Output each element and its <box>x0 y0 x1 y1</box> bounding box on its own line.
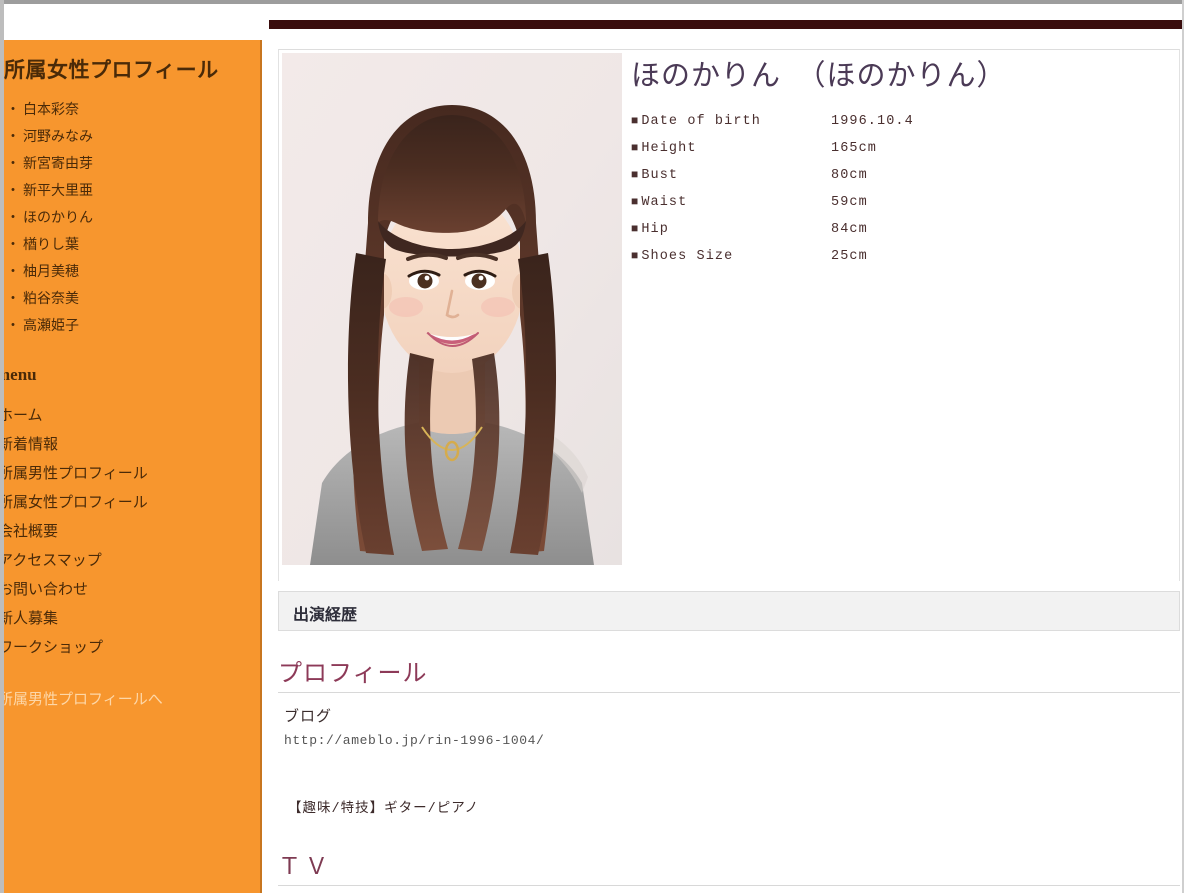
spec-label-cell: ■Hip <box>631 216 831 243</box>
sidebar-item-talent-4[interactable]: ・ほのかりん <box>4 204 260 231</box>
talent-label: 粕谷奈美 <box>23 290 79 306</box>
main-content: ほのかりん （ほのかりん） ■Date of birth 1996.10.4 ■… <box>266 40 1182 893</box>
bullet-icon: ・ <box>6 182 20 198</box>
spec-label: Waist <box>641 195 687 210</box>
sidebar-item-contact[interactable]: お問い合わせ <box>4 575 260 604</box>
table-row: ■Shoes Size 25cm <box>631 243 981 270</box>
spec-label: Hip <box>641 222 669 237</box>
spec-value: 59cm <box>831 189 981 216</box>
blog-label: ブログ <box>284 705 1180 726</box>
spec-label: Height <box>641 141 696 156</box>
profile-section: プロフィール ブログ http://ameblo.jp/rin-1996-100… <box>278 653 1180 817</box>
square-bullet-icon: ■ <box>631 114 639 128</box>
sidebar-item-home[interactable]: ホーム <box>4 401 260 430</box>
talent-label: 河野みなみ <box>23 128 93 144</box>
section-heading-profile: プロフィール <box>278 653 1180 693</box>
page-content: 所属女性プロフィール ・白本彩奈 ・河野みなみ ・新宮寄由芽 ・新平大里亜 ・ほ… <box>4 4 1182 893</box>
table-row: ■Height 165cm <box>631 135 981 162</box>
sidebar-item-talent-7[interactable]: ・粕谷奈美 <box>4 285 260 312</box>
bullet-icon: ・ <box>6 317 20 333</box>
spec-label-cell: ■Waist <box>631 189 831 216</box>
sidebar-title: 所属女性プロフィール <box>4 54 260 84</box>
profile-card: ほのかりん （ほのかりん） ■Date of birth 1996.10.4 ■… <box>278 49 1180 581</box>
sidebar-item-talent-0[interactable]: ・白本彩奈 <box>4 96 260 123</box>
spec-label-cell: ■Height <box>631 135 831 162</box>
spec-value: 1996.10.4 <box>831 108 981 135</box>
bullet-icon: ・ <box>6 101 20 117</box>
square-bullet-icon: ■ <box>631 195 639 209</box>
talent-list: ・白本彩奈 ・河野みなみ ・新宮寄由芽 ・新平大里亜 ・ほのかりん ・楢りし葉 … <box>4 96 260 339</box>
table-row: ■Hip 84cm <box>631 216 981 243</box>
section-heading-tv: ＴＶ <box>278 847 1180 886</box>
tab-bar: 出演経歴 <box>278 591 1180 631</box>
sidebar-item-talent-8[interactable]: ・高瀬姫子 <box>4 312 260 339</box>
tv-section: ＴＶ <box>278 847 1180 886</box>
skills-text: 【趣味/特技】ギター/ピアノ <box>288 796 1180 817</box>
talent-photo-svg <box>282 53 622 565</box>
sidebar-item-news[interactable]: 新着情報 <box>4 430 260 459</box>
sidebar-item-talent-3[interactable]: ・新平大里亜 <box>4 177 260 204</box>
profile-info: ほのかりん （ほのかりん） ■Date of birth 1996.10.4 ■… <box>631 50 1171 270</box>
square-bullet-icon: ■ <box>631 141 639 155</box>
table-row: ■Bust 80cm <box>631 162 981 189</box>
talent-label: ほのかりん <box>23 209 93 225</box>
blog-url-link[interactable]: http://ameblo.jp/rin-1996-1004/ <box>284 733 1180 748</box>
page-root: 所属女性プロフィール ・白本彩奈 ・河野みなみ ・新宮寄由芽 ・新平大里亜 ・ほ… <box>0 0 1200 893</box>
tab-appearance-history[interactable]: 出演経歴 <box>293 601 357 625</box>
sidebar-male-profiles-link[interactable]: 所属男性プロフィールへ <box>4 688 260 709</box>
talent-photo <box>282 53 622 565</box>
spec-value: 80cm <box>831 162 981 189</box>
spec-label-cell: ■Date of birth <box>631 108 831 135</box>
window-right-edge <box>1182 0 1200 893</box>
sidebar-item-access-map[interactable]: アクセスマップ <box>4 546 260 575</box>
square-bullet-icon: ■ <box>631 222 639 236</box>
sidebar-item-company[interactable]: 会社概要 <box>4 517 260 546</box>
sidebar-menu: ホーム 新着情報 所属男性プロフィール 所属女性プロフィール 会社概要 アクセス… <box>4 401 260 662</box>
square-bullet-icon: ■ <box>631 249 639 263</box>
bullet-icon: ・ <box>6 155 20 171</box>
bullet-icon: ・ <box>6 209 20 225</box>
sidebar-item-male-profiles[interactable]: 所属男性プロフィール <box>4 459 260 488</box>
square-bullet-icon: ■ <box>631 168 639 182</box>
table-row: ■Date of birth 1996.10.4 <box>631 108 981 135</box>
talent-label: 柚月美穂 <box>23 263 79 279</box>
spec-label-cell: ■Shoes Size <box>631 243 831 270</box>
spec-value: 25cm <box>831 243 981 270</box>
sidebar-item-talent-1[interactable]: ・河野みなみ <box>4 123 260 150</box>
sidebar-item-talent-6[interactable]: ・柚月美穂 <box>4 258 260 285</box>
talent-label: 新宮寄由芽 <box>23 155 93 171</box>
sidebar-item-female-profiles[interactable]: 所属女性プロフィール <box>4 488 260 517</box>
spec-label: Date of birth <box>641 114 761 129</box>
spec-label: Bust <box>641 168 678 183</box>
header-rule <box>269 20 1182 29</box>
sidebar: 所属女性プロフィール ・白本彩奈 ・河野みなみ ・新宮寄由芽 ・新平大里亜 ・ほ… <box>4 40 262 893</box>
sidebar-item-talent-2[interactable]: ・新宮寄由芽 <box>4 150 260 177</box>
spec-label-cell: ■Bust <box>631 162 831 189</box>
bullet-icon: ・ <box>6 263 20 279</box>
talent-label: 新平大里亜 <box>23 182 93 198</box>
bullet-icon: ・ <box>6 128 20 144</box>
profile-spec-table: ■Date of birth 1996.10.4 ■Height 165cm ■… <box>631 108 981 270</box>
talent-label: 白本彩奈 <box>23 101 79 117</box>
bullet-icon: ・ <box>6 236 20 252</box>
sidebar-item-workshop[interactable]: ワークショップ <box>4 633 260 662</box>
table-row: ■Waist 59cm <box>631 189 981 216</box>
sidebar-item-talent-5[interactable]: ・楢りし葉 <box>4 231 260 258</box>
menu-heading: menu <box>4 365 260 385</box>
spec-label: Shoes Size <box>641 249 733 264</box>
bullet-icon: ・ <box>6 290 20 306</box>
sidebar-item-recruit[interactable]: 新人募集 <box>4 604 260 633</box>
spec-value: 165cm <box>831 135 981 162</box>
talent-label: 高瀬姫子 <box>23 317 79 333</box>
talent-label: 楢りし葉 <box>23 236 79 252</box>
spec-value: 84cm <box>831 216 981 243</box>
page-title: ほのかりん （ほのかりん） <box>631 52 1171 94</box>
